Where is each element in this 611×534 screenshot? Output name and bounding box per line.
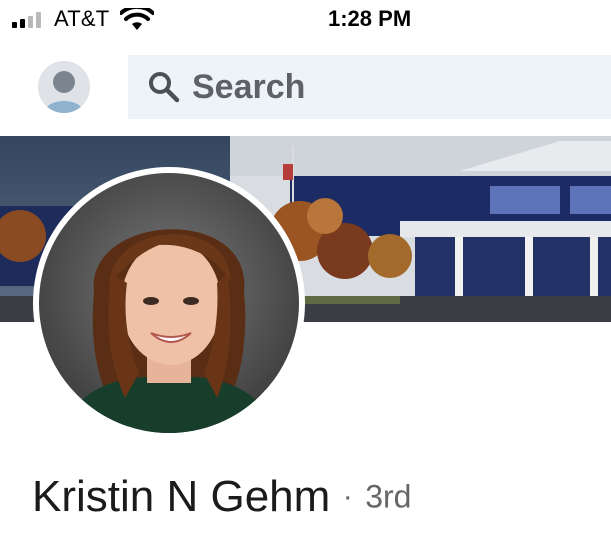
search-icon — [149, 72, 180, 103]
search-input[interactable] — [192, 55, 592, 119]
search-bar[interactable] — [128, 55, 611, 119]
connection-degree: 3rd — [365, 478, 412, 515]
signal-icon — [12, 12, 41, 28]
status-time: 1:28 PM — [328, 6, 412, 31]
user-avatar[interactable] — [38, 61, 90, 113]
status-bar: AT&T 1:28 PM — [0, 0, 611, 40]
profile-photo[interactable] — [33, 167, 305, 439]
name-separator: · — [342, 480, 353, 513]
carrier-name: AT&T — [54, 6, 110, 31]
wifi-icon — [120, 8, 154, 30]
avatar-icon — [38, 61, 90, 113]
profile-name-row: Kristin N Gehm · 3rd — [32, 472, 411, 532]
profile-portrait — [39, 173, 299, 433]
profile-name: Kristin N Gehm — [32, 472, 331, 521]
